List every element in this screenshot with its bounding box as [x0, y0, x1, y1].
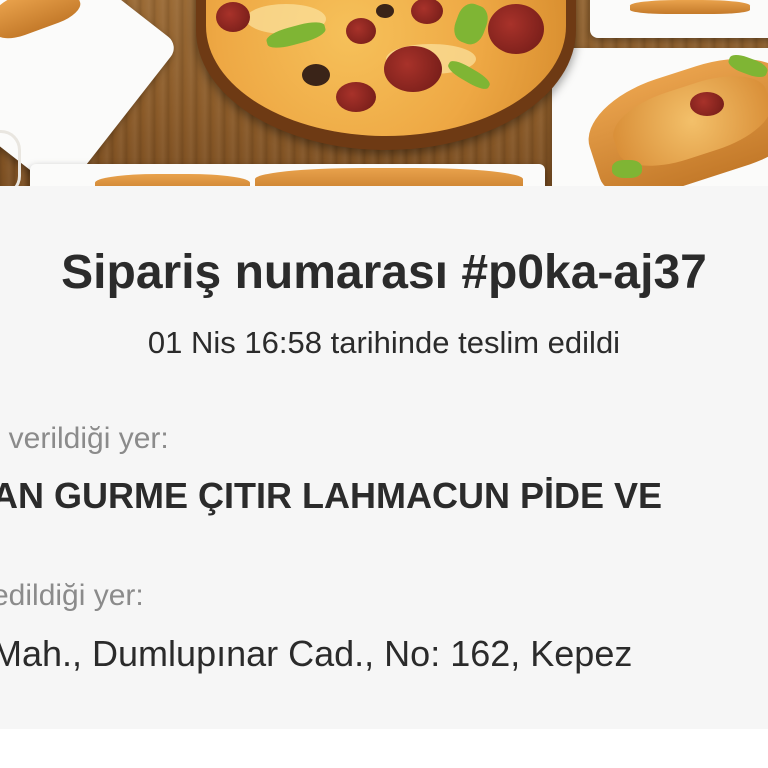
- hero-food-image: [0, 0, 768, 186]
- delivery-address-label: edildiği yer:: [0, 579, 144, 612]
- delivery-time-text: 01 Nis 16:58 tarihinde teslim edildi: [147, 325, 621, 360]
- delivery-address: Mah., Dumlupınar Cad., No: 162, Kepez: [0, 633, 633, 674]
- footer-area: [0, 729, 768, 768]
- restaurant-label: ı verildiği yer:: [0, 422, 169, 455]
- restaurant-name: AN GURME ÇITIR LAHMACUN PİDE VE: [0, 475, 663, 516]
- pide: [630, 0, 750, 14]
- order-number-title: Sipariş numarası #p0ka-aj37: [61, 246, 707, 299]
- bowl: [0, 130, 21, 186]
- pide: [255, 168, 523, 186]
- pide: [95, 174, 250, 186]
